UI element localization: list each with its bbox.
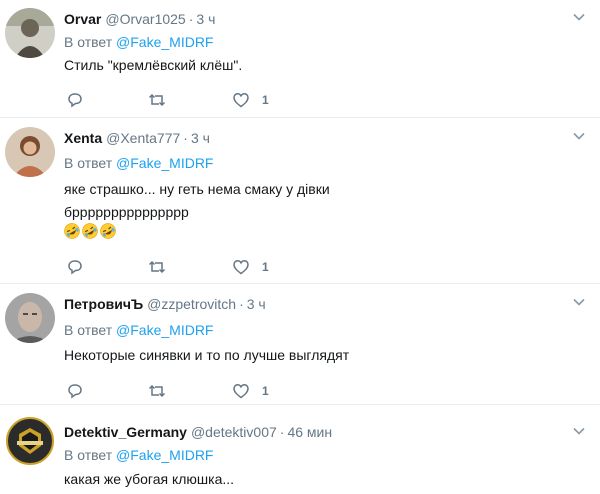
retweet-button[interactable] — [148, 381, 166, 401]
author-name[interactable]: Detektiv_Germany — [64, 424, 187, 440]
author-name[interactable]: ПетровичЪ — [64, 296, 143, 312]
retweet-icon — [148, 93, 166, 107]
author-handle[interactable]: @Xenta777 — [106, 130, 180, 146]
tweet-reply[interactable]: Detektiv_Germany @detektiv007 · 46 мин В от… — [0, 406, 600, 494]
reply-icon — [68, 93, 82, 108]
heart-icon — [233, 93, 249, 108]
timestamp[interactable]: 3 ч — [196, 11, 215, 27]
tweet-text: Некоторые синявки и то по лучше выглядят — [64, 347, 350, 363]
reply-context: В ответ @Fake_MIDRF — [64, 321, 213, 339]
author-name[interactable]: Xenta — [64, 130, 102, 146]
separator-dot: · — [183, 130, 188, 146]
retweet-button[interactable] — [148, 90, 166, 110]
reply-mention-link[interactable]: @Fake_MIDRF — [116, 155, 213, 171]
author-handle[interactable]: @zzpetrovitch — [147, 296, 236, 312]
chevron-down-icon[interactable] — [572, 129, 586, 143]
tweet-header: Xenta @Xenta777 · 3 ч — [64, 129, 210, 147]
tweet-header: Detektiv_Germany @detektiv007 · 46 мин — [64, 423, 332, 441]
retweet-icon — [148, 260, 166, 274]
tweet-reply[interactable]: Orvar @Orvar1025 · 3 ч В ответ @Fake_MIDRF … — [0, 0, 600, 118]
rofl-emoji-icon — [82, 223, 98, 239]
reply-button[interactable] — [66, 381, 84, 401]
tweet-header: ПетровичЪ @zzpetrovitch · 3 ч — [64, 295, 266, 313]
timestamp[interactable]: 3 ч — [191, 130, 210, 146]
retweet-button[interactable] — [148, 257, 166, 277]
chevron-down-icon[interactable] — [572, 424, 586, 438]
author-name[interactable]: Orvar — [64, 11, 101, 27]
author-handle[interactable]: @detektiv007 — [191, 424, 277, 440]
heart-icon — [233, 384, 249, 399]
reply-mention-link[interactable]: @Fake_MIDRF — [116, 34, 213, 50]
reply-button[interactable] — [66, 90, 84, 110]
separator-dot: · — [279, 424, 285, 440]
tweet-text: бррррррррррррррр — [64, 204, 189, 220]
tweet-text: какая же убогая клюшка... — [64, 471, 235, 487]
like-button[interactable]: 1 — [232, 257, 269, 277]
reply-icon — [68, 260, 82, 275]
like-count: 1 — [262, 260, 269, 274]
like-button[interactable]: 1 — [232, 90, 269, 110]
like-count: 1 — [262, 384, 269, 398]
action-bar: 1 — [66, 257, 366, 277]
avatar[interactable] — [5, 293, 55, 343]
timestamp[interactable]: 3 ч — [247, 296, 266, 312]
rofl-emoji-icon — [100, 223, 116, 239]
separator-dot: · — [188, 11, 194, 27]
heart-icon — [233, 260, 249, 275]
timestamp[interactable]: 46 мин — [287, 424, 332, 440]
tweet-reply[interactable]: Xenta @Xenta777 · 3 ч В ответ @Fake_MIDRF я… — [0, 119, 600, 284]
avatar[interactable] — [5, 416, 55, 466]
reply-prefix: В ответ — [64, 155, 113, 171]
like-button[interactable]: 1 — [232, 381, 269, 401]
tweet-text: Стиль "кремлёвский клёш". — [64, 57, 243, 73]
separator-dot: · — [239, 296, 244, 312]
reply-prefix: В ответ — [64, 447, 113, 463]
reply-context: В ответ @Fake_MIDRF — [64, 446, 213, 464]
reply-button[interactable] — [66, 257, 84, 277]
reply-context: В ответ @Fake_MIDRF — [64, 154, 213, 172]
avatar[interactable] — [5, 127, 55, 177]
author-handle[interactable]: @Orvar1025 — [105, 11, 185, 27]
emoji-row — [64, 223, 116, 241]
retweet-icon — [148, 384, 166, 398]
reply-prefix: В ответ — [64, 322, 113, 338]
chevron-down-icon[interactable] — [572, 295, 586, 309]
action-bar: 1 — [66, 381, 366, 401]
avatar[interactable] — [5, 8, 55, 58]
like-count: 1 — [262, 93, 269, 107]
tweet-header: Orvar @Orvar1025 · 3 ч — [64, 10, 215, 28]
action-bar: 1 — [66, 90, 366, 110]
reply-context: В ответ @Fake_MIDRF — [64, 33, 213, 51]
reply-prefix: В ответ — [64, 34, 113, 50]
rofl-emoji-icon — [64, 223, 80, 239]
chevron-down-icon[interactable] — [572, 10, 586, 24]
reply-mention-link[interactable]: @Fake_MIDRF — [116, 322, 213, 338]
reply-icon — [68, 384, 82, 399]
tweet-reply[interactable]: ПетровичЪ @zzpetrovitch · 3 ч В ответ @Fake… — [0, 285, 600, 405]
reply-mention-link[interactable]: @Fake_MIDRF — [116, 447, 213, 463]
tweet-text: яке страшко... ну геть нема смаку у дівк… — [64, 181, 330, 197]
